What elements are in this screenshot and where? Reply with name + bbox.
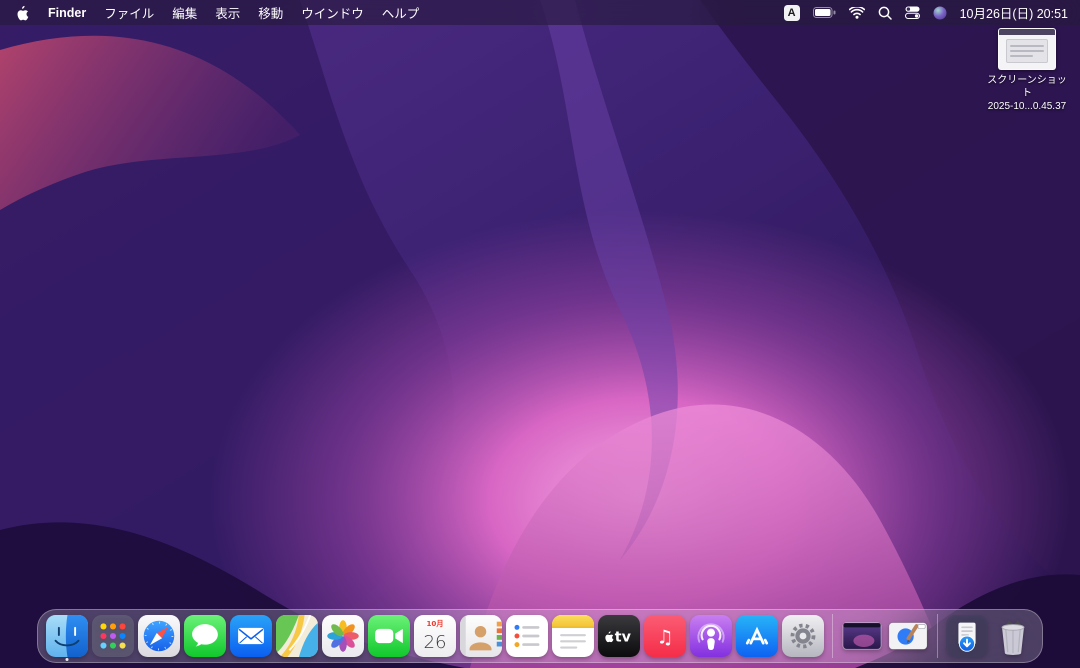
dock-separator (937, 614, 938, 658)
control-center-icon[interactable] (905, 6, 920, 19)
safari-icon (138, 615, 180, 657)
apple-logo-icon (16, 5, 29, 21)
calendar-month: 10月 (426, 619, 443, 628)
menu-edit[interactable]: 編集 (163, 3, 206, 22)
dock: 10月 26 (37, 609, 1043, 663)
facetime-icon (368, 615, 410, 657)
messages-icon (184, 615, 226, 657)
dock-downloads[interactable] (946, 615, 988, 657)
dock-reminders[interactable] (506, 615, 548, 657)
trash-icon (992, 615, 1034, 657)
menu-bar-status: A (784, 3, 1068, 22)
file-label-line2: 2025-10...0.45.37 (988, 100, 1066, 113)
apple-tv-icon: tv (598, 615, 640, 657)
maps-icon (276, 615, 318, 657)
dock-finder[interactable] (46, 615, 88, 657)
notes-icon (552, 615, 594, 657)
menu-finder[interactable]: Finder (39, 6, 95, 20)
launchpad-icon (92, 615, 134, 657)
mail-icon (230, 615, 272, 657)
desktop[interactable] (0, 0, 1080, 668)
dock-separator (832, 614, 833, 658)
dock-app-store[interactable] (736, 615, 778, 657)
file-label-line1: スクリーンショット (984, 74, 1070, 100)
input-source-badge[interactable]: A (784, 5, 800, 21)
dock-notes[interactable] (552, 615, 594, 657)
downloads-icon (946, 615, 988, 657)
dock-maps[interactable] (276, 615, 318, 657)
menu-view[interactable]: 表示 (206, 3, 249, 22)
menu-window[interactable]: ウインドウ (292, 3, 373, 22)
menubar-clock[interactable]: 10月26日(日) 20:51 (960, 3, 1068, 22)
dock-minimized-window-1[interactable] (841, 615, 883, 657)
calendar-day: 26 (423, 632, 446, 653)
battery-icon[interactable] (813, 7, 836, 18)
photos-icon (322, 615, 364, 657)
dock-facetime[interactable] (368, 615, 410, 657)
dock-podcasts[interactable] (690, 615, 732, 657)
dock-launchpad[interactable] (92, 615, 134, 657)
contacts-icon (460, 615, 502, 657)
desktop-file-screenshot[interactable]: スクリーンショット 2025-10...0.45.37 (984, 28, 1070, 113)
music-icon: ♫ (644, 615, 686, 657)
minimized-window-1-icon (841, 615, 883, 657)
menu-bar-left: Finder ファイル 編集 表示 移動 ウインドウ ヘルプ (12, 3, 428, 22)
app-store-icon (736, 615, 778, 657)
menu-help[interactable]: ヘルプ (373, 3, 429, 22)
dock-music[interactable]: ♫ (644, 615, 686, 657)
menubar-extra-icon[interactable] (933, 6, 947, 20)
apple-menu[interactable] (12, 5, 39, 21)
svg-text:tv: tv (615, 630, 632, 646)
dock-contacts[interactable] (460, 615, 502, 657)
dock-safari[interactable] (138, 615, 180, 657)
menu-file[interactable]: ファイル (95, 3, 163, 22)
reminders-icon (506, 615, 548, 657)
minimized-window-2-icon (887, 615, 929, 657)
dock-trash[interactable] (992, 615, 1034, 657)
screenshot-thumbnail (998, 28, 1056, 70)
dock-calendar[interactable]: 10月 26 (414, 615, 456, 657)
dock-system-preferences[interactable] (782, 615, 824, 657)
running-indicator (66, 658, 69, 661)
calendar-icon: 10月 26 (414, 615, 456, 657)
dock-mail[interactable] (230, 615, 272, 657)
dock-minimized-window-2[interactable] (887, 615, 929, 657)
dock-apple-tv[interactable]: tv (598, 615, 640, 657)
menu-go[interactable]: 移動 (249, 3, 292, 22)
wallpaper-art (0, 0, 1080, 668)
podcasts-icon (690, 615, 732, 657)
system-preferences-icon (782, 615, 824, 657)
wifi-icon[interactable] (849, 7, 865, 19)
search-icon[interactable] (878, 6, 892, 20)
finder-icon (46, 615, 88, 657)
svg-text:♫: ♫ (656, 626, 673, 649)
dock-messages[interactable] (184, 615, 226, 657)
dock-photos[interactable] (322, 615, 364, 657)
menu-bar: Finder ファイル 編集 表示 移動 ウインドウ ヘルプ A (0, 0, 1080, 25)
